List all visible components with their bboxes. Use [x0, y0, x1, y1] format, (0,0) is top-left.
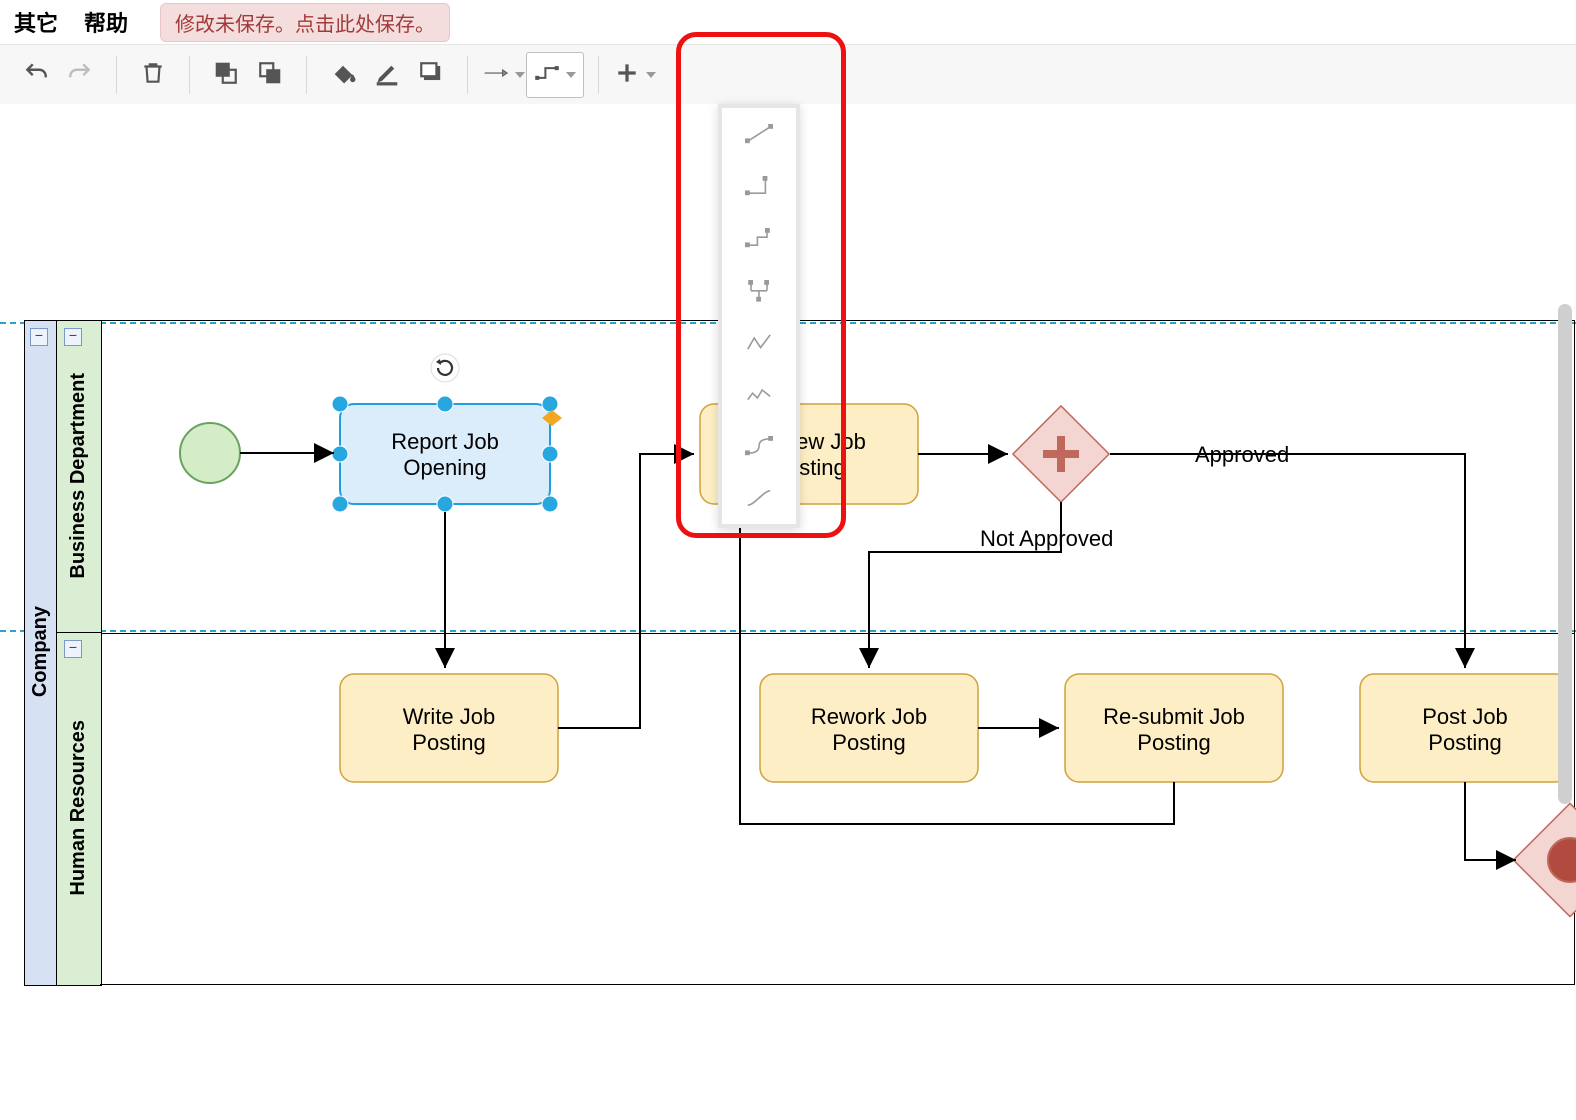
edge-label-approved: Approved	[1195, 442, 1289, 467]
task-write-label: Write JobPosting	[403, 704, 496, 755]
toolbar-separator	[467, 56, 468, 94]
canvas[interactable]: Company Business Department Human Resour…	[0, 104, 1576, 1120]
chevron-down-icon	[515, 72, 525, 78]
toolbar-separator	[189, 56, 190, 94]
to-back-button[interactable]	[248, 53, 292, 97]
vertical-scrollbar[interactable]	[1558, 304, 1572, 804]
pencil-icon	[374, 60, 400, 91]
end-gateway[interactable]	[1513, 803, 1576, 916]
undo-icon	[23, 60, 49, 91]
connector-style-popup	[718, 104, 800, 528]
to-front-button[interactable]	[204, 53, 248, 97]
redo-icon	[67, 60, 93, 91]
redo-button[interactable]	[58, 53, 102, 97]
chevron-down-icon	[646, 72, 656, 78]
plus-icon	[614, 60, 640, 91]
gateway-approve[interactable]	[1013, 406, 1109, 502]
line-color-button[interactable]	[365, 53, 409, 97]
conn-style-orthogonal[interactable]	[722, 160, 796, 212]
add-element-button[interactable]	[613, 53, 657, 97]
conn-style-zigzag[interactable]	[722, 316, 796, 368]
start-event[interactable]	[180, 423, 240, 483]
menu-other[interactable]: 其它	[14, 6, 58, 38]
menu-help[interactable]: 帮助	[84, 6, 128, 38]
conn-style-jagged[interactable]	[722, 368, 796, 420]
toolbar-separator	[116, 56, 117, 94]
bring-front-icon	[213, 60, 239, 91]
trash-icon	[140, 60, 166, 91]
conn-style-tree[interactable]	[722, 264, 796, 316]
conn-style-curved[interactable]	[722, 420, 796, 472]
shadow-button[interactable]	[409, 53, 453, 97]
connector-icon	[534, 60, 560, 91]
fill-color-button[interactable]	[321, 53, 365, 97]
toolbar-separator	[306, 56, 307, 94]
rotate-handle-icon[interactable]	[431, 354, 459, 382]
connector-style-button[interactable]	[526, 52, 584, 98]
task-report[interactable]	[340, 404, 550, 504]
save-warning-button[interactable]: 修改未保存。点击此处保存。	[160, 3, 450, 42]
shadow-icon	[418, 60, 444, 91]
task-report-label: Report JobOpening	[391, 429, 499, 480]
fill-bucket-icon	[330, 60, 356, 91]
edge-label-not-approved: Not Approved	[980, 526, 1113, 551]
edges	[240, 453, 1516, 860]
conn-style-straight[interactable]	[722, 108, 796, 160]
arrow-icon	[483, 60, 509, 91]
chevron-down-icon	[566, 72, 576, 78]
toolbar-separator	[598, 56, 599, 94]
conn-style-curved-smooth[interactable]	[722, 472, 796, 524]
conn-style-orth-routed[interactable]	[722, 212, 796, 264]
arrow-style-button[interactable]	[482, 53, 526, 97]
undo-button[interactable]	[14, 53, 58, 97]
task-post-label: Post JobPosting	[1422, 704, 1508, 755]
send-back-icon	[257, 60, 283, 91]
delete-button[interactable]	[131, 53, 175, 97]
